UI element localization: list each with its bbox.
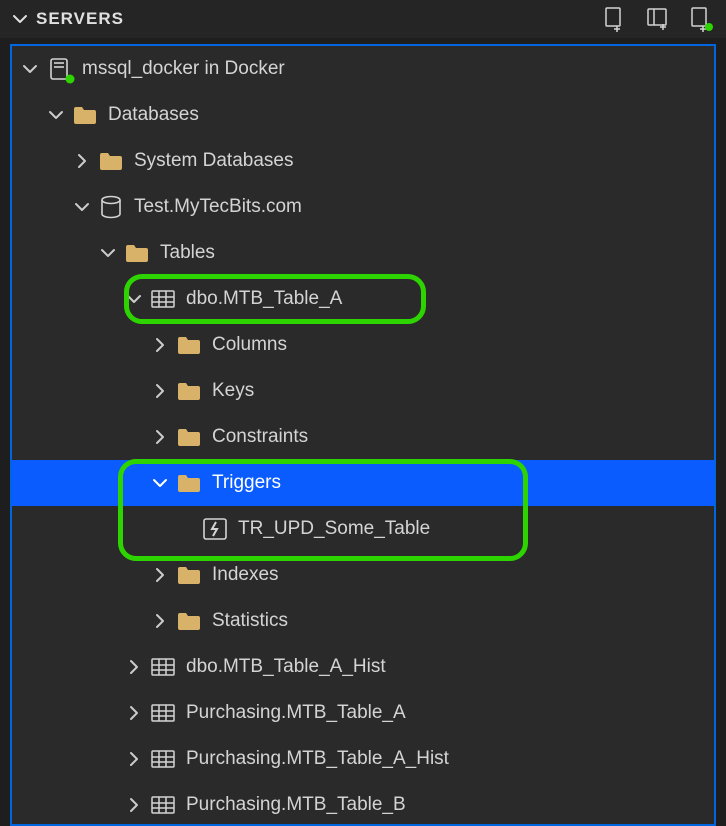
tree-item-label: Constraints <box>212 426 308 448</box>
folder-icon <box>72 102 98 128</box>
tree-item-label: Tables <box>160 242 215 264</box>
tree-item-system-databases[interactable]: System Databases <box>12 138 714 184</box>
folder-icon <box>98 148 124 174</box>
tree-item-purch-a[interactable]: Purchasing.MTB_Table_A <box>12 690 714 736</box>
tree-item-server[interactable]: mssql_docker in Docker <box>12 46 714 92</box>
tree-item-label: Purchasing.MTB_Table_A_Hist <box>186 748 449 770</box>
new-layout-button[interactable] <box>644 6 670 32</box>
panel-collapse-icon <box>10 9 30 29</box>
chevron-right-icon <box>124 749 144 769</box>
chevron-right-icon <box>124 703 144 723</box>
chevron-down-icon <box>46 105 66 125</box>
panel-header[interactable]: SERVERS <box>0 0 726 38</box>
tree-item-label: Indexes <box>212 564 279 586</box>
chevron-down-icon <box>20 59 40 79</box>
server-icon <box>46 56 72 82</box>
trigger-icon <box>202 516 228 542</box>
tree-item-label: Databases <box>108 104 199 126</box>
tree-item-databases[interactable]: Databases <box>12 92 714 138</box>
tree-item-label: dbo.MTB_Table_A_Hist <box>186 656 386 678</box>
folder-icon <box>176 424 202 450</box>
tree-item-triggers[interactable]: Triggers <box>12 460 714 506</box>
server-tree: mssql_docker in Docker Databases System … <box>10 44 716 826</box>
tree-item-label: System Databases <box>134 150 293 172</box>
panel-title: SERVERS <box>36 9 124 29</box>
tree-item-label: Purchasing.MTB_Table_A <box>186 702 406 724</box>
folder-icon <box>176 562 202 588</box>
tree-item-label: Triggers <box>212 472 281 494</box>
chevron-right-icon <box>150 381 170 401</box>
table-icon <box>150 700 176 726</box>
tree-item-indexes[interactable]: Indexes <box>12 552 714 598</box>
table-icon <box>150 654 176 680</box>
tree-item-database[interactable]: Test.MyTecBits.com <box>12 184 714 230</box>
table-icon <box>150 792 176 818</box>
panel-toolbar <box>602 6 716 32</box>
tree-item-label: TR_UPD_Some_Table <box>238 518 430 540</box>
tree-item-label: Columns <box>212 334 287 356</box>
table-icon <box>150 286 176 312</box>
tree-item-trigger-1[interactable]: TR_UPD_Some_Table <box>12 506 714 552</box>
chevron-right-icon <box>150 565 170 585</box>
new-query-button[interactable] <box>602 6 626 32</box>
tree-item-purch-b[interactable]: Purchasing.MTB_Table_B <box>12 782 714 826</box>
tree-item-label: Statistics <box>212 610 288 632</box>
tree-item-label: Purchasing.MTB_Table_B <box>186 794 406 816</box>
database-icon <box>98 194 124 220</box>
chevron-down-icon <box>98 243 118 263</box>
chevron-right-icon <box>150 335 170 355</box>
tree-item-keys[interactable]: Keys <box>12 368 714 414</box>
folder-icon <box>176 378 202 404</box>
tree-item-label: Keys <box>212 380 254 402</box>
servers-panel: SERVERS <box>0 0 726 826</box>
chevron-down-icon <box>72 197 92 217</box>
chevron-down-icon <box>124 289 144 309</box>
new-connection-button[interactable] <box>688 6 712 32</box>
tree-item-label: mssql_docker in Docker <box>82 58 285 80</box>
tree-item-table-a-hist[interactable]: dbo.MTB_Table_A_Hist <box>12 644 714 690</box>
folder-icon <box>124 240 150 266</box>
tree-item-constraints[interactable]: Constraints <box>12 414 714 460</box>
tree-item-label: dbo.MTB_Table_A <box>186 288 342 310</box>
chevron-down-icon <box>150 473 170 493</box>
tree-item-statistics[interactable]: Statistics <box>12 598 714 644</box>
chevron-right-icon <box>124 657 144 677</box>
tree-item-table-a[interactable]: dbo.MTB_Table_A <box>12 276 714 322</box>
table-icon <box>150 746 176 772</box>
tree-item-purch-a-hist[interactable]: Purchasing.MTB_Table_A_Hist <box>12 736 714 782</box>
folder-icon <box>176 332 202 358</box>
chevron-right-icon <box>150 611 170 631</box>
tree-item-label: Test.MyTecBits.com <box>134 196 302 218</box>
chevron-right-icon <box>124 795 144 815</box>
folder-icon <box>176 608 202 634</box>
folder-icon <box>176 470 202 496</box>
chevron-right-icon <box>72 151 92 171</box>
tree-item-tables-folder[interactable]: Tables <box>12 230 714 276</box>
tree-item-columns[interactable]: Columns <box>12 322 714 368</box>
chevron-right-icon <box>150 427 170 447</box>
